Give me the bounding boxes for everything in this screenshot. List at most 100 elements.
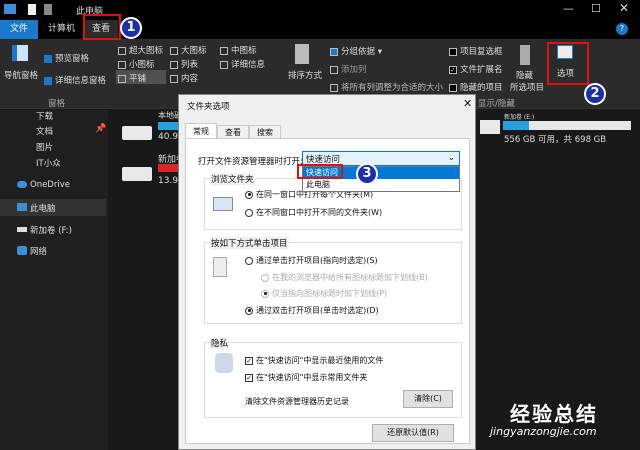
- hide-selected-icon: [520, 45, 530, 65]
- tab-view[interactable]: 查看: [84, 20, 119, 39]
- nav-network[interactable]: 网络: [30, 245, 47, 257]
- watermark-logo: 经验总结: [510, 402, 598, 426]
- label: 平铺: [129, 74, 147, 84]
- dropdown-option-quick-access[interactable]: 快速访问: [303, 167, 459, 179]
- layout-details[interactable]: 详细信息: [220, 58, 265, 70]
- preview-pane-label: 预览窗格: [55, 54, 90, 64]
- properties-icon[interactable]: [28, 4, 36, 15]
- layout-large[interactable]: 大图标: [170, 44, 207, 56]
- click-group-title: 按如下方式单击项目: [210, 237, 289, 249]
- layout-medium[interactable]: 中图标: [220, 44, 257, 56]
- radio-underline-hover[interactable]: 仅当指向图标标题时加下划线(P): [261, 288, 387, 299]
- radio-underline-all[interactable]: 在我的浏览器中给所有图标标题加下划线(B): [261, 272, 428, 283]
- drive-d-icon: [122, 167, 152, 181]
- nav-downloads[interactable]: 下载: [36, 110, 53, 122]
- tab-search[interactable]: 搜索: [249, 125, 281, 139]
- label: 中图标: [231, 46, 257, 56]
- privacy-group-title: 隐私: [210, 337, 230, 349]
- navigation-pane: 下载 文档 图片 IT小众 📌 OneDrive 此电脑 新加卷 (F:) 网络: [0, 110, 108, 450]
- tab-view[interactable]: 查看: [217, 125, 249, 139]
- item-checkboxes-toggle[interactable]: 项目复选框: [449, 45, 503, 57]
- help-icon[interactable]: ?: [616, 23, 628, 35]
- nav-documents[interactable]: 文档: [36, 125, 53, 137]
- close-button[interactable]: ✕: [619, 1, 629, 15]
- layout-extra-large[interactable]: 超大图标: [118, 44, 163, 56]
- nav-pane-button[interactable]: 导航窗格: [4, 69, 38, 81]
- drive-d-bar: [158, 164, 178, 172]
- radio-single-click[interactable]: 通过单击打开项目(指向时选定)(S): [245, 255, 378, 266]
- onedrive-icon: [17, 181, 27, 188]
- details-pane-button[interactable]: 详细信息窗格: [44, 74, 106, 86]
- maximize-button[interactable]: ☐: [591, 2, 601, 15]
- layout-tiles[interactable]: 平铺: [116, 70, 166, 84]
- drive-c-free: 40.9: [158, 132, 179, 142]
- file-extensions-toggle[interactable]: ✓ 文件扩展名: [449, 63, 503, 75]
- options-icon: [557, 45, 573, 59]
- hide-selected-button-2[interactable]: 所选项目: [510, 81, 544, 93]
- computer-icon: [4, 4, 16, 14]
- network-icon: [17, 246, 27, 255]
- group-label-show-hide: 显示/隐藏: [478, 99, 515, 109]
- add-column-button[interactable]: 添加列: [330, 63, 367, 75]
- sort-button[interactable]: 排序方式: [288, 69, 322, 81]
- label: 文件扩展名: [460, 65, 503, 75]
- nav-drive-f[interactable]: 新加卷 (F:): [30, 224, 72, 236]
- minimize-button[interactable]: —: [563, 2, 574, 15]
- nav-onedrive[interactable]: OneDrive: [30, 180, 70, 190]
- drive-e-bar-fill: [503, 121, 529, 130]
- chevron-down-icon: ⌄: [447, 153, 455, 163]
- watermark-url: jingyanzongjie.com: [490, 425, 597, 438]
- pin-icon: 📌: [95, 124, 107, 134]
- checkbox-recent-files[interactable]: ✓ 在"快速访问"中显示最近使用的文件: [245, 355, 383, 366]
- layout-small[interactable]: 小图标: [118, 58, 155, 70]
- label: 在"快速访问"中显示最近使用的文件: [256, 356, 384, 365]
- radio-double-click[interactable]: 通过双击打开项目(单击时选定)(D): [245, 305, 379, 316]
- annotation-step-3: 3: [356, 163, 378, 185]
- clear-button[interactable]: 清除(C): [403, 390, 453, 408]
- tab-panel: 打开文件资源管理器时打开: 快速访问 ⌄ 快速访问 此电脑 浏览文件夹 在同一窗口…: [185, 138, 470, 444]
- hidden-items-toggle[interactable]: 隐藏的项目: [449, 81, 503, 93]
- nav-pictures[interactable]: 图片: [36, 141, 53, 153]
- label: 在不同窗口中打开不同的文件夹(W): [256, 208, 383, 217]
- label: 超大图标: [129, 46, 164, 56]
- hide-selected-button[interactable]: 隐藏: [516, 69, 533, 81]
- checkbox-frequent-folders[interactable]: ✓ 在"快速访问"中显示常用文件夹: [245, 372, 367, 383]
- nav-this-pc[interactable]: 此电脑: [30, 202, 56, 214]
- dialog-close-button[interactable]: ✕: [463, 97, 472, 110]
- group-label-panes: 窗格: [48, 99, 66, 109]
- drive-e-name: 新加卷 (E:): [504, 114, 535, 121]
- nav-it-folder[interactable]: IT小众: [36, 157, 61, 169]
- fit-columns-button[interactable]: 将所有列调整为合适的大小: [330, 81, 443, 93]
- group-by-button[interactable]: 分组依据 ▾: [330, 45, 382, 57]
- folder-options-dialog: 文件夹选项 ✕ 常规 查看 搜索 打开文件资源管理器时打开: 快速访问 ⌄ 快速访…: [178, 94, 476, 450]
- new-folder-icon[interactable]: [44, 4, 52, 15]
- open-dropdown[interactable]: 快速访问 ⌄: [302, 151, 460, 166]
- folder-window-icon: [213, 197, 233, 211]
- label: 隐藏的项目: [460, 83, 503, 93]
- layout-content[interactable]: 内容: [170, 72, 198, 84]
- label: 在"快速访问"中显示常用文件夹: [256, 373, 368, 382]
- tab-general[interactable]: 常规: [185, 123, 217, 139]
- restore-defaults-button[interactable]: 还原默认值(R): [372, 424, 454, 442]
- label: 快速访问: [306, 168, 338, 177]
- tab-file[interactable]: 文件: [0, 20, 38, 39]
- privacy-icon: [215, 353, 233, 373]
- open-label: 打开文件资源管理器时打开:: [198, 157, 303, 167]
- browse-group-title: 浏览文件夹: [210, 173, 255, 185]
- annotation-step-1: 1: [120, 17, 142, 39]
- drive-c-bar: [158, 122, 178, 130]
- drive-c-icon: [122, 126, 152, 140]
- annotation-step-2: 2: [584, 83, 606, 105]
- drive-e-icon: [480, 120, 500, 134]
- label: 通过双击打开项目(单击时选定)(D): [256, 306, 379, 315]
- options-button[interactable]: 选项: [557, 67, 574, 79]
- radio-new-window[interactable]: 在不同窗口中打开不同的文件夹(W): [245, 207, 382, 218]
- layout-list[interactable]: 列表: [170, 58, 198, 70]
- sort-icon: [295, 44, 309, 64]
- dropdown-option-this-pc[interactable]: 此电脑: [303, 179, 459, 191]
- cursor-document-icon: [213, 257, 227, 277]
- dialog-title: 文件夹选项: [187, 102, 230, 112]
- tab-computer[interactable]: 计算机: [40, 20, 83, 39]
- label: 添加列: [341, 65, 367, 75]
- preview-pane-button[interactable]: 预览窗格: [44, 52, 89, 64]
